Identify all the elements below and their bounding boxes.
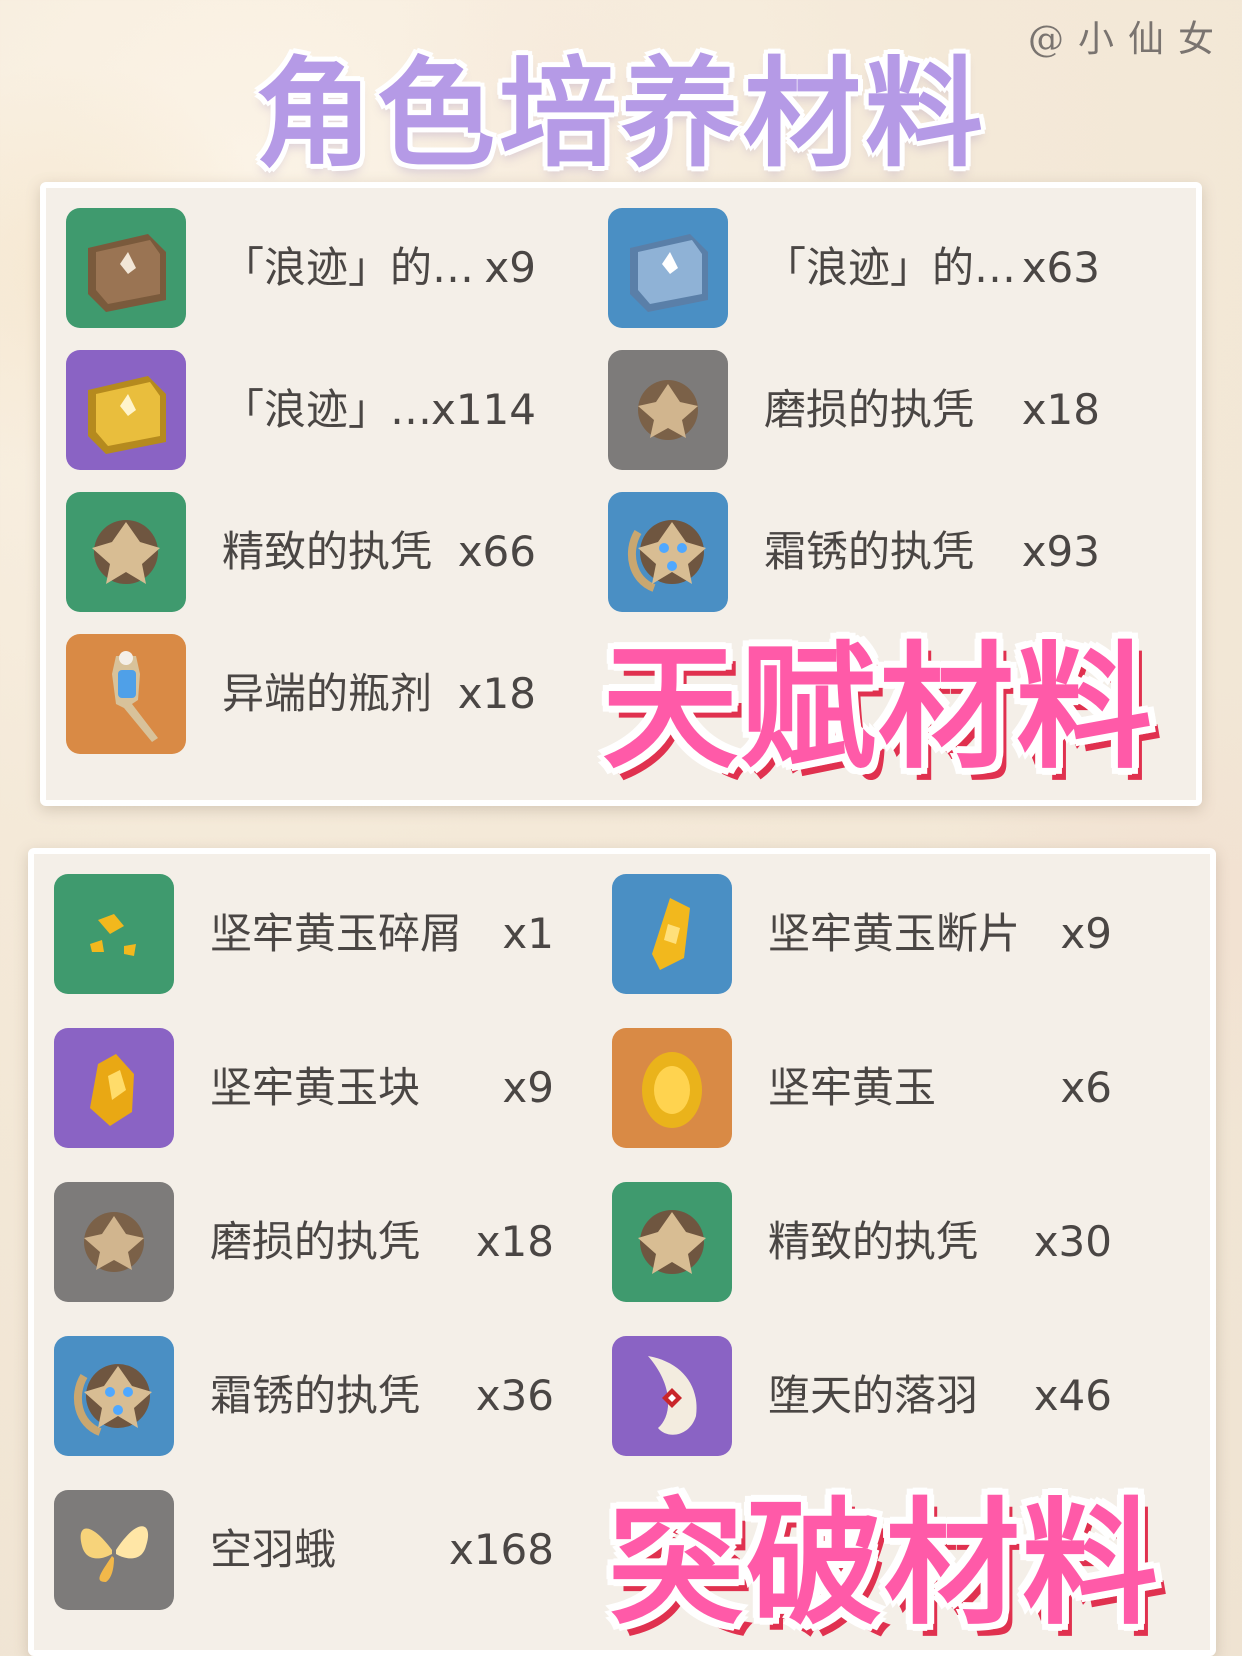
material-name: 精致的执凭: [768, 1217, 979, 1266]
material-item[interactable]: 霜锈的执凭 x93: [608, 492, 1100, 612]
material-item[interactable]: 精致的执凭 x30: [612, 1182, 1112, 1302]
material-item[interactable]: 「浪迹」的… x9: [66, 208, 536, 328]
material-count: x93: [1021, 527, 1100, 576]
watermark: @小仙女: [1027, 19, 1228, 60]
material-count: x66: [457, 527, 536, 576]
material-item[interactable]: 坚牢黄玉断片 x9: [612, 874, 1112, 994]
material-item[interactable]: 磨损的执凭 x18: [54, 1182, 554, 1302]
book-silver-icon: [608, 208, 728, 328]
worn-insignia-icon: [608, 350, 728, 470]
refined-insignia-icon: [66, 492, 186, 612]
material-name: 「浪迹」的…: [764, 243, 1017, 292]
material-name: 「浪迹」…: [222, 385, 433, 434]
talent-section-label: 天赋材料: [602, 630, 1154, 788]
material-name: 「浪迹」的…: [222, 243, 475, 292]
topaz-chunk-icon: [54, 1028, 174, 1148]
material-count: x36: [475, 1371, 554, 1420]
material-count: x63: [1021, 243, 1100, 292]
moth-wing-icon: [54, 1490, 174, 1610]
material-name: 空羽蛾: [210, 1525, 337, 1574]
material-item[interactable]: 坚牢黄玉 x6: [612, 1028, 1112, 1148]
material-item[interactable]: 「浪迹」的… x63: [608, 208, 1100, 328]
frost-insignia-icon: [608, 492, 728, 612]
material-name: 磨损的执凭: [210, 1217, 421, 1266]
material-name: 坚牢黄玉: [768, 1063, 937, 1112]
material-count: x46: [1033, 1371, 1112, 1420]
material-item[interactable]: 精致的执凭 x66: [66, 492, 536, 612]
material-name: 异端的瓶剂: [222, 669, 433, 718]
refined-insignia-icon: [612, 1182, 732, 1302]
fallen-feather-icon: [612, 1336, 732, 1456]
material-name: 堕天的落羽: [768, 1371, 979, 1420]
worn-insignia-icon: [54, 1182, 174, 1302]
material-name: 精致的执凭: [222, 527, 433, 576]
material-name: 磨损的执凭: [764, 385, 975, 434]
book-bronze-icon: [66, 208, 186, 328]
material-count: x18: [1021, 385, 1100, 434]
ascension-section-label: 突破材料: [608, 1486, 1160, 1644]
material-count: x30: [1033, 1217, 1112, 1266]
material-name: 坚牢黄玉碎屑: [210, 909, 463, 958]
material-name: 坚牢黄玉断片: [768, 909, 1021, 958]
material-count: x9: [1060, 909, 1112, 958]
material-count: x1: [502, 909, 554, 958]
material-name: 霜锈的执凭: [764, 527, 975, 576]
material-item[interactable]: 异端的瓶剂 x18: [66, 634, 536, 754]
material-count: x9: [484, 243, 536, 292]
material-name: 坚牢黄玉块: [210, 1063, 421, 1112]
talent-materials-panel: 「浪迹」的… x9 「浪迹」的… x63 「浪迹」… x114 磨损的执凭 x1…: [40, 182, 1202, 806]
material-item[interactable]: 「浪迹」… x114: [66, 350, 536, 470]
topaz-fragment-icon: [612, 874, 732, 994]
book-gold-icon: [66, 350, 186, 470]
material-item[interactable]: 磨损的执凭 x18: [608, 350, 1100, 470]
frost-insignia-icon: [54, 1336, 174, 1456]
topaz-sliver-icon: [54, 874, 174, 994]
material-item[interactable]: 霜锈的执凭 x36: [54, 1336, 554, 1456]
heretic-vial-icon: [66, 634, 186, 754]
material-item[interactable]: 堕天的落羽 x46: [612, 1336, 1112, 1456]
topaz-gemstone-icon: [612, 1028, 732, 1148]
material-count: x6: [1060, 1063, 1112, 1112]
material-count: x9: [502, 1063, 554, 1112]
material-count: x18: [457, 669, 536, 718]
material-count: x168: [448, 1525, 554, 1574]
material-name: 霜锈的执凭: [210, 1371, 421, 1420]
material-count: x114: [430, 385, 536, 434]
ascension-materials-panel: 坚牢黄玉碎屑 x1 坚牢黄玉断片 x9 坚牢黄玉块 x9 坚牢黄玉 x6 磨损的…: [28, 848, 1216, 1656]
material-item[interactable]: 坚牢黄玉碎屑 x1: [54, 874, 554, 994]
material-item[interactable]: 坚牢黄玉块 x9: [54, 1028, 554, 1148]
material-count: x18: [475, 1217, 554, 1266]
material-item[interactable]: 空羽蛾 x168: [54, 1490, 554, 1610]
